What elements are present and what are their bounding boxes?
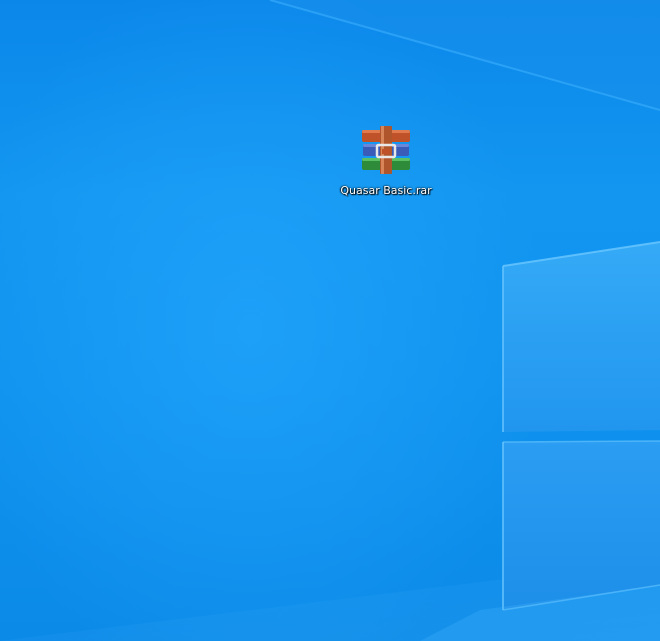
desktop-icon-label: Quasar Basic.rar — [340, 184, 432, 197]
window-pane-top — [503, 242, 660, 432]
desktop-icon-quasar-basic[interactable]: Quasar Basic.rar — [336, 126, 436, 197]
window-pane-bottom — [503, 441, 660, 610]
winrar-archive-icon — [362, 126, 410, 174]
desktop[interactable]: Quasar Basic.rar — [0, 0, 660, 641]
windows-logo-wallpaper — [0, 0, 660, 641]
